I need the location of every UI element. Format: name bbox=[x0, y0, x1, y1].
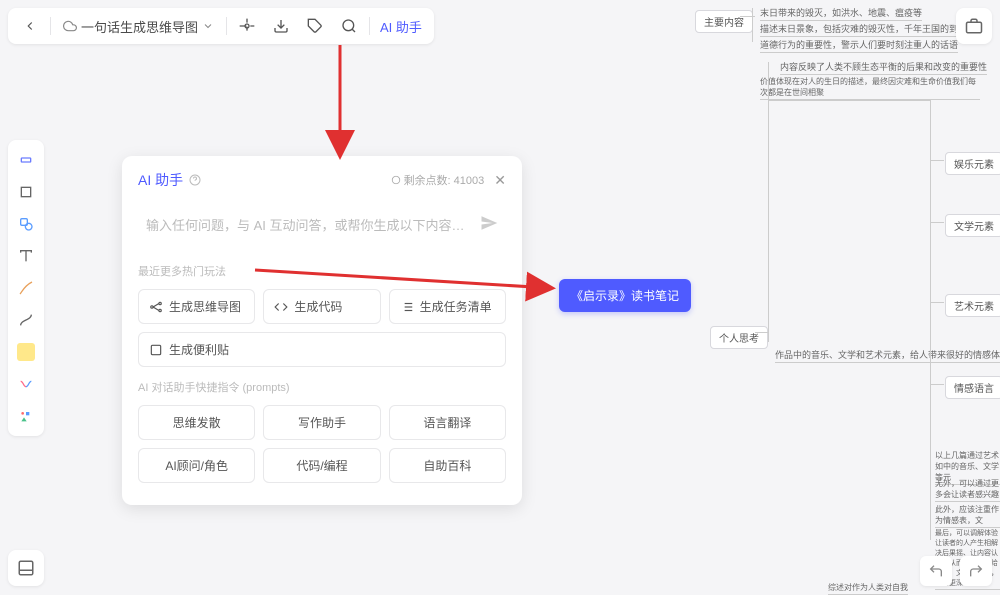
settings-button[interactable] bbox=[233, 12, 261, 40]
top-toolbar: 一句话生成思维导图 AI 助手 bbox=[8, 8, 434, 44]
mm-node-side[interactable]: 娱乐元素 bbox=[945, 152, 1000, 175]
mm-leaf[interactable]: 综述对作为人类对自我 bbox=[828, 582, 908, 595]
undo-redo-group bbox=[920, 556, 992, 586]
mm-leaf[interactable]: 末日带来的毁灭，如洪水、地震、瘟疫等 bbox=[760, 6, 922, 21]
tool-text[interactable] bbox=[12, 242, 40, 270]
coin-icon bbox=[391, 175, 401, 185]
mm-leaf[interactable]: 描述末日景象，包括灾难的毁灭性，千年王国的到来等 bbox=[760, 22, 976, 37]
mm-node-side[interactable]: 文学元素 bbox=[945, 214, 1000, 237]
mm-node-content[interactable]: 主要内容 bbox=[695, 10, 753, 33]
chip-encyclopedia[interactable]: 自助百科 bbox=[389, 448, 506, 483]
back-button[interactable] bbox=[16, 12, 44, 40]
sticky-icon bbox=[149, 343, 163, 357]
tool-frame[interactable] bbox=[12, 178, 40, 206]
close-button[interactable]: ✕ bbox=[494, 172, 506, 189]
tool-select[interactable] bbox=[12, 146, 40, 174]
layers-button[interactable] bbox=[8, 550, 44, 586]
mm-leaf[interactable]: 此外，应该注重作为情感表，文 bbox=[935, 504, 1000, 528]
search-button[interactable] bbox=[335, 12, 363, 40]
chip-translate[interactable]: 语言翻译 bbox=[389, 405, 506, 440]
tag-icon bbox=[307, 18, 323, 34]
tool-mindmap[interactable] bbox=[12, 370, 40, 398]
ai-prompt-input[interactable] bbox=[142, 214, 476, 237]
tool-sticky[interactable] bbox=[12, 338, 40, 366]
tag-button[interactable] bbox=[301, 12, 329, 40]
chip-programming[interactable]: 代码/编程 bbox=[263, 448, 380, 483]
mindmap-canvas: 主要内容 末日带来的毁灭，如洪水、地震、瘟疫等 描述末日景象，包括灾难的毁灭性，… bbox=[680, 0, 1000, 594]
points-remaining: 剩余点数: 41003 bbox=[391, 172, 485, 188]
export-button[interactable] bbox=[267, 12, 295, 40]
mm-leaf[interactable]: 道德行为的重要性，警示人们要时刻注重人的话语 bbox=[760, 38, 958, 53]
briefcase-icon bbox=[965, 17, 983, 35]
panel-icon bbox=[17, 559, 35, 577]
list-icon bbox=[400, 300, 414, 314]
document-title[interactable]: 一句话生成思维导图 bbox=[57, 17, 220, 36]
chip-consultant[interactable]: AI顾问/角色 bbox=[138, 448, 255, 483]
mm-leaf[interactable]: 内容反映了人类不顾生态平衡的后果和改变的重要性 bbox=[780, 60, 987, 75]
gear-icon bbox=[239, 18, 255, 34]
ai-panel-title: AI 助手 bbox=[138, 170, 201, 190]
chip-code[interactable]: 生成代码 bbox=[263, 289, 380, 324]
mm-node-thinking[interactable]: 个人思考 bbox=[710, 326, 768, 349]
mindmap-icon bbox=[149, 300, 163, 314]
section-label-1: 最近更多热门玩法 bbox=[138, 263, 506, 279]
export-icon bbox=[273, 18, 289, 34]
ai-assistant-panel: AI 助手 剩余点数: 41003 ✕ 最近更多热门玩法 生成思维导图 生成代码… bbox=[122, 156, 522, 505]
chip-mindmap[interactable]: 生成思维导图 bbox=[138, 289, 255, 324]
mm-leaf[interactable]: 无外，可以通过更多会让读者感兴趣 bbox=[935, 478, 1000, 502]
section-label-2: AI 对话助手快捷指令 (prompts) bbox=[138, 379, 506, 395]
chip-tasklist[interactable]: 生成任务清单 bbox=[389, 289, 506, 324]
chip-writing[interactable]: 写作助手 bbox=[263, 405, 380, 440]
tool-more[interactable] bbox=[12, 402, 40, 430]
send-button[interactable] bbox=[476, 210, 502, 241]
chevron-down-icon bbox=[202, 20, 214, 32]
annotation-arrow-1 bbox=[290, 40, 370, 160]
redo-icon bbox=[968, 563, 984, 579]
chip-sticky[interactable]: 生成便利贴 bbox=[138, 332, 506, 367]
mm-leaf[interactable]: 以上几篇通过艺术如中的音乐、文学等元 bbox=[935, 450, 1000, 485]
toolbox-button[interactable] bbox=[956, 8, 992, 44]
cloud-icon bbox=[63, 19, 77, 33]
mm-node-side[interactable]: 情感语言 bbox=[945, 376, 1000, 399]
redo-button[interactable] bbox=[960, 556, 992, 586]
code-icon bbox=[274, 300, 288, 314]
chip-brainstorm[interactable]: 思维发散 bbox=[138, 405, 255, 440]
tool-shape[interactable] bbox=[12, 210, 40, 238]
search-icon bbox=[341, 18, 357, 34]
mm-leaf[interactable]: 作品中的音乐、文学和艺术元素，给人带来很好的情感体验 bbox=[775, 348, 1000, 363]
help-icon[interactable] bbox=[189, 174, 201, 186]
mindmap-root-node[interactable]: 《启示录》读书笔记 bbox=[559, 279, 691, 312]
undo-button[interactable] bbox=[920, 556, 952, 586]
ai-assistant-link[interactable]: AI 助手 bbox=[376, 17, 426, 36]
left-toolbar bbox=[8, 140, 44, 436]
mm-node-side[interactable]: 艺术元素 bbox=[945, 294, 1000, 317]
mm-leaf[interactable]: 价值体现在对人的生日的描述，最终因灾难和生命价值我们每次都是在世间相聚 bbox=[760, 76, 980, 100]
undo-icon bbox=[928, 563, 944, 579]
tool-pen[interactable] bbox=[12, 274, 40, 302]
tool-connector[interactable] bbox=[12, 306, 40, 334]
